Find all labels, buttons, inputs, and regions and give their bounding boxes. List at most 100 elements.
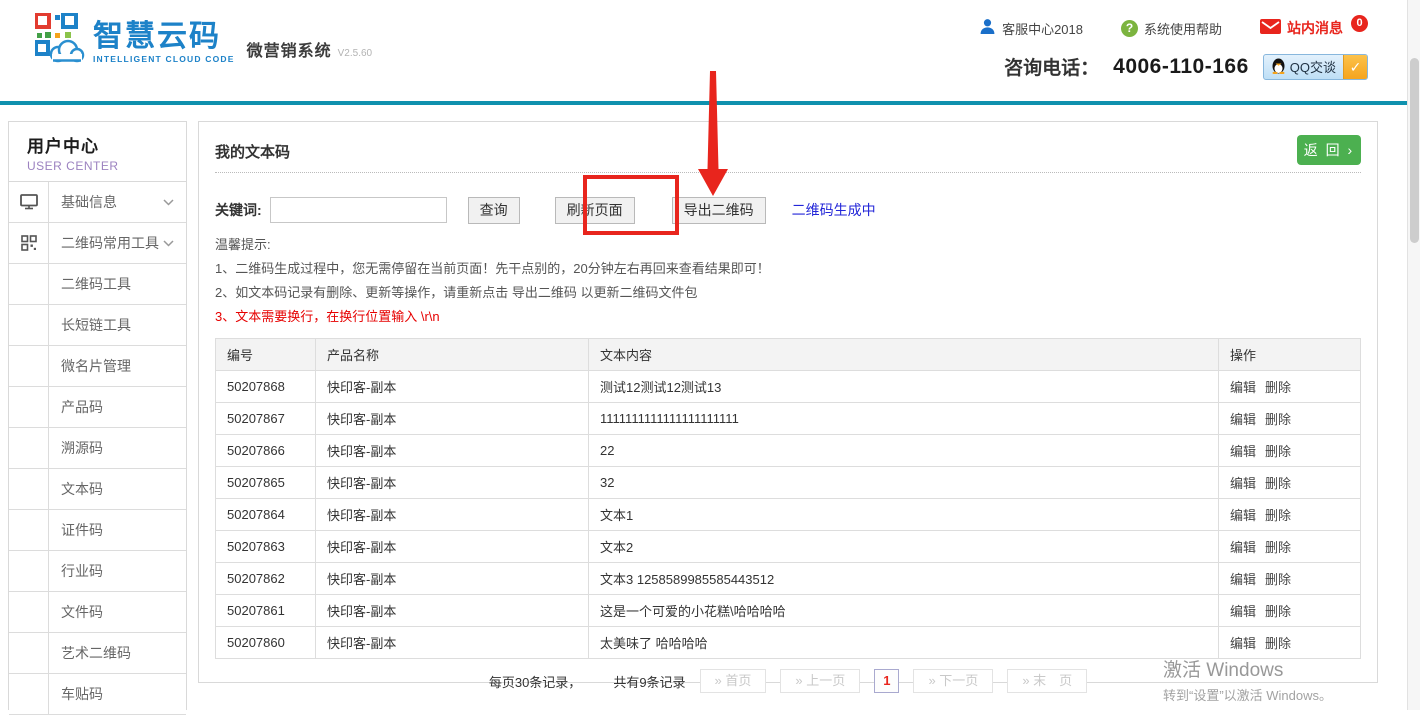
delete-link[interactable]: 删除 <box>1265 444 1291 459</box>
edit-link[interactable]: 编辑 <box>1230 572 1256 587</box>
delete-link[interactable]: 删除 <box>1265 572 1291 587</box>
logo-title: 智慧云码 <box>93 22 235 52</box>
last-page-button[interactable]: » 末 页 <box>1007 669 1087 693</box>
sidebar-item[interactable]: 微名片管理 <box>9 346 186 387</box>
sidebar-item[interactable]: 车贴码 <box>9 674 186 715</box>
sidebar-item[interactable]: 产品码 <box>9 387 186 428</box>
cell-product: 快印客-副本 <box>316 499 589 531</box>
sidebar-item[interactable]: 证件码 <box>9 510 186 551</box>
cell-product: 快印客-副本 <box>316 435 589 467</box>
export-qrcode-button[interactable]: 导出二维码 <box>672 197 766 224</box>
title-divider <box>215 172 1361 173</box>
edit-link[interactable]: 编辑 <box>1230 540 1256 555</box>
logo-subtitle: INTELLIGENT CLOUD CODE <box>93 55 235 64</box>
cell-actions: 编辑删除 <box>1219 371 1361 403</box>
pagination: 每页30条记录， 共有9条记录 » 首页 » 上一页 1 » 下一页 » 末 页 <box>215 669 1361 693</box>
delete-link[interactable]: 删除 <box>1265 476 1291 491</box>
main-panel: 我的文本码 返 回 › 关键词: 查询 刷新页面 导出二维码 二维码生成中 温馨… <box>198 121 1378 683</box>
cell-id: 50207864 <box>216 499 316 531</box>
cell-content: 文本2 <box>589 531 1219 563</box>
delete-link[interactable]: 删除 <box>1265 508 1291 523</box>
table-row: 50207865快印客-副本32编辑删除 <box>216 467 1361 499</box>
delete-link[interactable]: 删除 <box>1265 540 1291 555</box>
monitor-icon <box>9 182 49 222</box>
sidebar-icon-spacer <box>9 510 49 550</box>
header: 智慧云码 INTELLIGENT CLOUD CODE 微营销系统 V2.5.6… <box>0 0 1420 101</box>
help-link[interactable]: ? 系统使用帮助 <box>1121 19 1222 38</box>
tips-block: 温馨提示: 1、二维码生成过程中，您无需停留在当前页面！先干点别的，20分钟左右… <box>215 233 1361 329</box>
edit-link[interactable]: 编辑 <box>1230 508 1256 523</box>
refresh-page-button[interactable]: 刷新页面 <box>555 197 635 224</box>
product-name: 微营销系统 <box>247 37 332 61</box>
sidebar-item[interactable]: 二维码工具 <box>9 264 186 305</box>
qq-chat-label: QQ交谈 <box>1290 57 1336 76</box>
cell-content: 1111111111111111111111 <box>589 403 1219 435</box>
delete-link[interactable]: 删除 <box>1265 604 1291 619</box>
edit-link[interactable]: 编辑 <box>1230 476 1256 491</box>
mail-icon <box>1260 19 1281 37</box>
sidebar-item-label: 车贴码 <box>49 674 186 714</box>
col-header-product: 产品名称 <box>316 339 589 371</box>
sidebar-item-label: 二维码工具 <box>49 264 186 304</box>
cell-id: 50207863 <box>216 531 316 563</box>
cell-product: 快印客-副本 <box>316 371 589 403</box>
user-icon <box>979 18 996 38</box>
back-button[interactable]: 返 回 › <box>1297 135 1361 165</box>
delete-link[interactable]: 删除 <box>1265 380 1291 395</box>
edit-link[interactable]: 编辑 <box>1230 444 1256 459</box>
edit-link[interactable]: 编辑 <box>1230 412 1256 427</box>
sidebar-item[interactable]: 文本码 <box>9 469 186 510</box>
cell-actions: 编辑删除 <box>1219 467 1361 499</box>
delete-link[interactable]: 删除 <box>1265 636 1291 651</box>
keyword-label: 关键词: <box>215 200 262 220</box>
search-toolbar: 关键词: 查询 刷新页面 导出二维码 二维码生成中 <box>215 196 1361 224</box>
message-count-badge: 0 <box>1351 15 1368 32</box>
cell-actions: 编辑删除 <box>1219 531 1361 563</box>
sidebar-icon-spacer <box>9 633 49 673</box>
sidebar-icon-spacer <box>9 305 49 345</box>
col-header-actions: 操作 <box>1219 339 1361 371</box>
scrollbar-track[interactable] <box>1407 0 1420 710</box>
table-row: 50207861快印客-副本这是一个可爱的小花糕\哈哈哈哈编辑删除 <box>216 595 1361 627</box>
qq-chat-button[interactable]: QQ交谈 ✓ <box>1263 54 1368 80</box>
phone-row: 咨询电话： 4006-110-166 QQ交谈 ✓ <box>1004 53 1368 80</box>
prev-page-button[interactable]: » 上一页 <box>780 669 860 693</box>
tips-title: 温馨提示: <box>215 233 1361 257</box>
sidebar-icon-spacer <box>9 551 49 591</box>
cell-actions: 编辑删除 <box>1219 499 1361 531</box>
edit-link[interactable]: 编辑 <box>1230 380 1256 395</box>
qrcode-generating-link[interactable]: 二维码生成中 <box>792 200 876 220</box>
cell-product: 快印客-副本 <box>316 531 589 563</box>
cell-content: 文本3 1258589985585443512 <box>589 563 1219 595</box>
scrollbar-thumb[interactable] <box>1410 58 1419 243</box>
messages-link[interactable]: 站内消息 0 <box>1260 18 1368 38</box>
delete-link[interactable]: 删除 <box>1265 412 1291 427</box>
cell-product: 快印客-副本 <box>316 595 589 627</box>
first-page-button[interactable]: » 首页 <box>700 669 767 693</box>
sidebar-item[interactable]: 行业码 <box>9 551 186 592</box>
sidebar-icon-spacer <box>9 469 49 509</box>
phone-label: 咨询电话： <box>1004 53 1099 80</box>
cell-actions: 编辑删除 <box>1219 595 1361 627</box>
cell-content: 太美味了 哈哈哈哈 <box>589 627 1219 659</box>
table-row: 50207863快印客-副本文本2编辑删除 <box>216 531 1361 563</box>
sidebar-item[interactable]: 文件码 <box>9 592 186 633</box>
sidebar-item[interactable]: 溯源码 <box>9 428 186 469</box>
chevron-down-icon <box>163 182 186 222</box>
edit-link[interactable]: 编辑 <box>1230 636 1256 651</box>
sidebar-item-label: 文件码 <box>49 592 186 632</box>
current-page-button[interactable]: 1 <box>874 669 899 693</box>
sidebar-item[interactable]: 长短链工具 <box>9 305 186 346</box>
logo-qrcode-cloud-icon <box>35 13 85 63</box>
customer-service-link[interactable]: 客服中心2018 <box>979 18 1083 38</box>
query-button[interactable]: 查询 <box>468 197 520 224</box>
sidebar-group-basic-info[interactable]: 基础信息 <box>9 182 186 223</box>
sidebar-group-qrcode-tools[interactable]: 二维码常用工具 <box>9 223 186 264</box>
keyword-input[interactable] <box>270 197 447 223</box>
cell-id: 50207866 <box>216 435 316 467</box>
cell-product: 快印客-副本 <box>316 403 589 435</box>
next-page-button[interactable]: » 下一页 <box>913 669 993 693</box>
sidebar-item[interactable]: 艺术二维码 <box>9 633 186 674</box>
cell-id: 50207862 <box>216 563 316 595</box>
edit-link[interactable]: 编辑 <box>1230 604 1256 619</box>
